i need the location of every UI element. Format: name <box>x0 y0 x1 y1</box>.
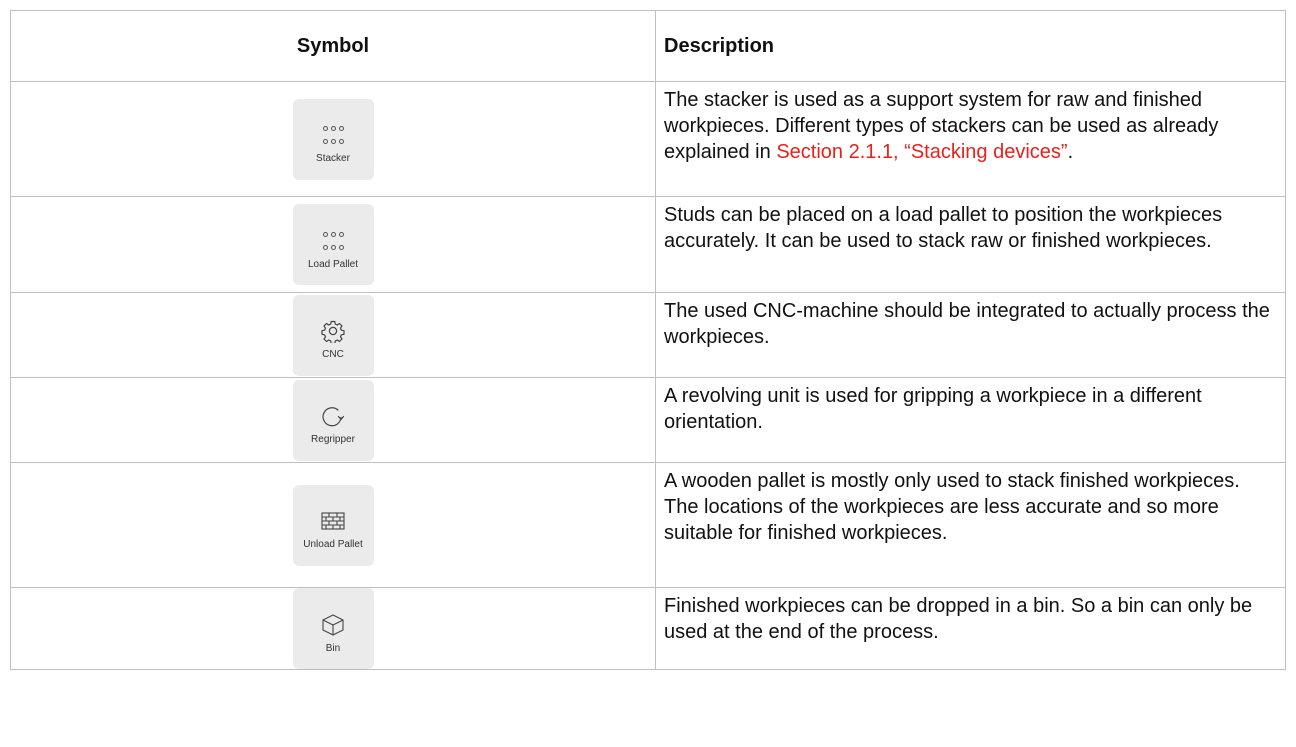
box-icon <box>320 608 346 642</box>
header-description: Description <box>655 10 1286 82</box>
description-cell: The used CNC-machine should be integrate… <box>655 292 1286 378</box>
description-cell: A revolving unit is used for gripping a … <box>655 377 1286 463</box>
symbol-cell: Regripper <box>10 377 656 463</box>
description-cell: Finished workpieces can be dropped in a … <box>655 587 1286 670</box>
table-row: Unload Pallet A wooden pallet is mostly … <box>10 462 1286 588</box>
table-row: Regripper A revolving unit is used for g… <box>10 377 1286 463</box>
symbol-cell: CNC <box>10 292 656 378</box>
tile-label: Stacker <box>316 153 350 164</box>
tile-label: Regripper <box>311 434 355 445</box>
header-symbol: Symbol <box>10 10 656 82</box>
table-row: Bin Finished workpieces can be dropped i… <box>10 587 1286 670</box>
unload-pallet-tile: Unload Pallet <box>292 484 374 566</box>
tile-label: Load Pallet <box>307 258 359 270</box>
description-text-end: . <box>1067 141 1074 163</box>
pallet-grid-icon <box>320 504 346 538</box>
tile-label: CNC <box>322 349 344 360</box>
bin-tile: Bin <box>292 588 374 669</box>
stacker-icon <box>322 118 344 152</box>
header-row: Symbol Description <box>10 10 1286 82</box>
symbol-cell: Bin <box>10 587 656 670</box>
rotate-icon <box>319 399 347 433</box>
load-pallet-tile: Load Pallet <box>292 204 374 285</box>
tile-label: Unload Pallet <box>303 539 363 550</box>
table-row: Stacker The stacker is used as a support… <box>10 81 1286 197</box>
description-cell: Studs can be placed on a load pallet to … <box>655 196 1286 293</box>
regripper-tile: Regripper <box>292 379 374 461</box>
tile-label: Bin <box>325 642 341 654</box>
symbol-cell: Unload Pallet <box>10 462 656 588</box>
description-cell: A wooden pallet is mostly only used to s… <box>655 462 1286 588</box>
symbol-cell: Load Pallet <box>10 196 656 293</box>
stacker-tile: Stacker <box>292 98 374 180</box>
symbol-cell: Stacker <box>10 81 656 197</box>
section-link[interactable]: Section 2.1.1, “Stacking devices” <box>776 141 1067 163</box>
cnc-tile: CNC <box>292 294 374 376</box>
table-row: CNC The used CNC-machine should be integ… <box>10 292 1286 378</box>
gear-icon <box>321 314 345 348</box>
symbol-table: Symbol Description Stacker The stacker i… <box>10 10 1286 670</box>
description-cell: The stacker is used as a support system … <box>655 81 1286 197</box>
table-row: Load Pallet Studs can be placed on a loa… <box>10 196 1286 293</box>
load-pallet-icon <box>322 224 344 258</box>
